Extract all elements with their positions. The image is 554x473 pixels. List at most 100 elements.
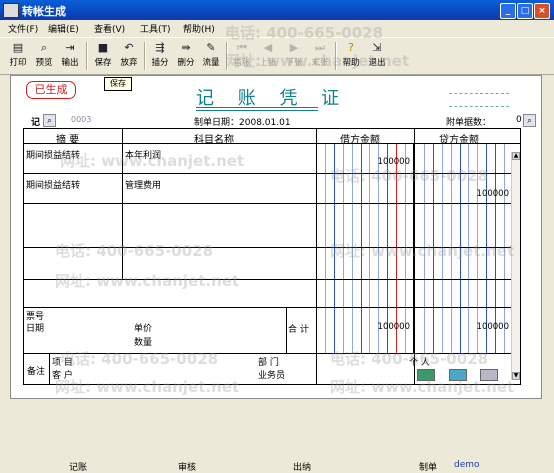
voucher-type[interactable]: 记 [31, 115, 40, 128]
app-icon [3, 3, 19, 18]
search-icon[interactable]: ⌕ [43, 114, 56, 127]
row1-summary[interactable]: 期间损益结转 [26, 148, 80, 161]
total-label: 合 计 [288, 325, 309, 335]
preview-button[interactable]: ⌕ 预览 [33, 40, 55, 72]
insert-entry-button[interactable]: ⇶ 插分 [149, 40, 171, 72]
total-debit: 100000 [377, 322, 410, 332]
voucher-number[interactable]: 0003 [71, 115, 91, 124]
preparer-label: 制单 [419, 463, 438, 473]
salesperson-label: 业务员 [258, 371, 286, 381]
exit-door-icon: ⇲ [372, 41, 382, 54]
cashier-label: 出纳 [293, 463, 312, 473]
calculator-icon[interactable] [417, 369, 435, 381]
toolbar-separator [144, 42, 146, 70]
save-button[interactable]: ■ 保存 [92, 40, 114, 72]
last-icon: ⏭ [315, 41, 325, 54]
total-bottom-divider [24, 353, 520, 354]
voucher-date[interactable]: 制单日期：2008.01.01 [194, 115, 291, 128]
menu-view[interactable]: 查看(V) [94, 22, 125, 35]
cash-flow-button[interactable]: ✎ 流量 [200, 40, 222, 72]
menu-help[interactable]: 帮助(H) [183, 22, 215, 35]
row-divider [24, 203, 520, 204]
row1-account[interactable]: 本年利润 [125, 148, 161, 161]
exit-button[interactable]: ⇲ 退出 [366, 40, 388, 72]
customer-label: 客 户 [52, 371, 73, 381]
row-divider [24, 247, 520, 248]
title-underline [196, 107, 318, 108]
attachments-count[interactable]: 0 [516, 115, 522, 125]
help-button[interactable]: ? 帮助 [340, 40, 362, 72]
last-voucher-button[interactable]: ⏭ 末张 [309, 40, 331, 72]
unit-price-label: 单价 [134, 324, 153, 334]
insert-row-icon: ⇶ [155, 41, 165, 54]
row2-credit[interactable]: 100000 [415, 189, 509, 199]
title-bar: 转帐生成 _ □ × [0, 0, 554, 20]
title-underline [196, 110, 318, 111]
undo-icon: ↶ [124, 41, 134, 54]
toolbar-separator [335, 42, 337, 70]
dashed-line [449, 93, 509, 94]
header-divider [24, 143, 520, 144]
remarks-label: 备注 [27, 367, 46, 377]
save-tooltip: 保存 [104, 77, 132, 91]
total-credit: 100000 [476, 322, 509, 332]
delete-row-icon: ⇛ [181, 41, 191, 54]
voucher-table: 摘 要 科目名称 借方金额 贷方金额 期间损益结转 本年利润 100000 期间… [23, 128, 521, 385]
magnifier-icon: ⌕ [40, 41, 48, 54]
prev-voucher-button[interactable]: ◀ 上张 [257, 40, 279, 72]
menu-file[interactable]: 文件(F) [8, 22, 38, 35]
prev-icon: ◀ [263, 41, 273, 54]
window-title: 转帐生成 [22, 5, 66, 18]
flow-icon: ✎ [206, 41, 216, 54]
menu-tools[interactable]: 工具(T) [140, 22, 171, 35]
toolbar-separator [226, 42, 228, 70]
row2-account[interactable]: 管理费用 [125, 178, 161, 191]
close-button[interactable]: × [534, 3, 550, 19]
remarks-divider [49, 353, 50, 384]
row-divider [24, 173, 520, 174]
output-icon: ⇥ [65, 41, 75, 54]
preparer-name: demo [454, 460, 480, 470]
dashed-line [449, 106, 509, 107]
detail-icon[interactable] [480, 369, 498, 381]
scroll-up-arrow[interactable]: ▲ [512, 152, 520, 160]
print-button[interactable]: ▤ 打印 [7, 40, 29, 72]
delete-entry-button[interactable]: ⇛ 删分 [175, 40, 197, 72]
row1-debit[interactable]: 100000 [316, 157, 410, 167]
generated-stamp: 已生成 [26, 81, 76, 99]
search-icon[interactable]: ⌕ [523, 114, 536, 127]
minimize-button[interactable]: _ [500, 3, 516, 19]
attachments-label: 附单据数： [446, 118, 492, 128]
row-divider [24, 279, 520, 280]
reviewer-label: 审核 [178, 463, 197, 473]
next-icon: ▶ [289, 41, 299, 54]
printer-icon: ▤ [12, 41, 24, 54]
row-divider [24, 307, 520, 308]
bookkeeper-label: 记账 [69, 463, 88, 473]
total-divider [286, 307, 287, 353]
output-button[interactable]: ⇥ 输出 [59, 40, 81, 72]
toolbar: ▤ 打印 ⌕ 预览 ⇥ 输出 ■ 保存 ↶ 放弃 ⇶ 插分 ⇛ 删分 ✎ 流量 ⏮ 首张 ◀ 上张 … [0, 37, 554, 75]
vertical-scrollbar[interactable]: ▲ ▼ [511, 152, 520, 380]
scroll-down-arrow[interactable]: ▼ [512, 372, 520, 380]
bill-date-label: 日期 [26, 324, 45, 334]
next-voucher-button[interactable]: ▶ 下张 [283, 40, 305, 72]
help-icon: ? [348, 41, 354, 54]
voucher-document: 已生成 记 账 凭 证 记 ⌕ 0003 制单日期：2008.01.01 附单据… [10, 75, 542, 473]
card-icon[interactable] [449, 369, 467, 381]
menu-edit[interactable]: 编辑(E) [48, 22, 79, 35]
row2-summary[interactable]: 期间损益结转 [26, 178, 80, 191]
project-label: 项 目 [52, 358, 73, 368]
voucher-footer: 记账 审核 出纳 制单 demo [21, 460, 551, 473]
first-voucher-button[interactable]: ⏮ 首张 [231, 40, 253, 72]
department-label: 部 门 [258, 358, 279, 368]
floppy-icon: ■ [97, 41, 109, 54]
person-label: 个 人 [409, 358, 430, 368]
discard-button[interactable]: ↶ 放弃 [118, 40, 140, 72]
column-divider [122, 129, 123, 279]
toolbar-separator [86, 42, 88, 70]
menu-bar: 文件(F) 编辑(E) 查看(V) 工具(T) 帮助(H) [0, 20, 554, 36]
maximize-button[interactable]: □ [517, 3, 533, 19]
quantity-label: 数量 [134, 338, 153, 348]
first-icon: ⏮ [237, 41, 247, 54]
